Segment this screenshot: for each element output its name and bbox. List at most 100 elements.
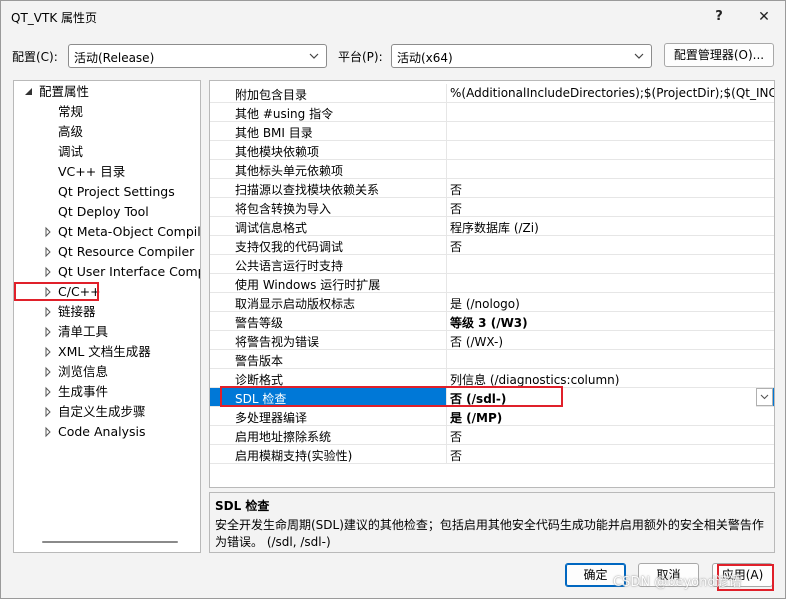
property-row[interactable]: 将警告视为错误 否 (/WX-) — [210, 331, 774, 350]
tree-item-label: 高级 — [58, 124, 84, 139]
tree-item-label: 浏览信息 — [58, 364, 109, 379]
tree-item[interactable]: VC++ 目录 — [14, 162, 200, 182]
property-name: 其他 BMI 目录 — [235, 126, 313, 140]
column-divider — [446, 426, 447, 445]
chevron-down-icon — [309, 53, 319, 59]
property-name: 公共语言运行时支持 — [235, 259, 344, 273]
column-divider — [446, 274, 447, 293]
column-divider — [446, 122, 447, 141]
collapsed-caret-icon[interactable] — [43, 242, 53, 262]
property-name: 其他 #using 指令 — [235, 107, 334, 121]
category-tree[interactable]: 配置属性 常规 高级 调试 VC++ 目录 Qt Project Settings Qt … — [13, 80, 201, 553]
property-name: 其他标头单元依赖项 — [235, 164, 344, 178]
close-button[interactable]: ✕ — [749, 5, 779, 29]
property-row[interactable]: 启用模糊支持(实验性) 否 — [210, 445, 774, 464]
horizontal-scrollbar[interactable] — [42, 541, 178, 543]
property-row[interactable]: 公共语言运行时支持 — [210, 255, 774, 274]
expanded-caret-icon[interactable] — [24, 82, 34, 102]
collapsed-caret-icon[interactable] — [43, 262, 53, 282]
property-value: 否 — [450, 183, 463, 197]
property-value: %(AdditionalIncludeDirectories);$(Projec… — [450, 86, 775, 100]
property-value: 等级 3 (/W3) — [450, 316, 528, 330]
property-name: 警告版本 — [235, 354, 284, 368]
property-name: 多处理器编译 — [235, 411, 308, 425]
collapsed-caret-icon[interactable] — [43, 322, 53, 342]
platform-value: 活动(x64) — [397, 51, 453, 65]
property-name: 警告等级 — [235, 316, 284, 330]
property-row[interactable]: 取消显示启动版权标志 是 (/nologo) — [210, 293, 774, 312]
tree-item[interactable]: 高级 — [14, 122, 200, 142]
column-divider — [446, 160, 447, 179]
tree-item[interactable]: 调试 — [14, 142, 200, 162]
property-row[interactable]: 将包含转换为导入 否 — [210, 198, 774, 217]
column-divider — [446, 236, 447, 255]
collapsed-caret-icon[interactable] — [43, 362, 53, 382]
tree-item[interactable]: Qt Resource Compiler — [14, 242, 200, 262]
tree-item-label: VC++ 目录 — [58, 164, 126, 179]
tree-item[interactable]: Code Analysis — [14, 422, 200, 442]
tree-item[interactable]: 浏览信息 — [14, 362, 200, 382]
description-title: SDL 检查 — [215, 499, 270, 513]
property-row[interactable]: 其他标头单元依赖项 — [210, 160, 774, 179]
property-row[interactable]: 警告等级 等级 3 (/W3) — [210, 312, 774, 331]
chevron-down-icon — [760, 394, 769, 400]
collapsed-caret-icon[interactable] — [43, 422, 53, 442]
config-value: 活动(Release) — [74, 51, 155, 65]
property-row[interactable]: 其他 #using 指令 — [210, 103, 774, 122]
config-select[interactable]: 活动(Release) — [68, 44, 327, 68]
property-row[interactable]: 多处理器编译 是 (/MP) — [210, 407, 774, 426]
column-divider — [446, 312, 447, 331]
collapsed-caret-icon[interactable] — [43, 222, 53, 242]
property-name: 将警告视为错误 — [235, 335, 320, 349]
column-divider — [446, 445, 447, 464]
property-name: 扫描源以查找模块依赖关系 — [235, 183, 380, 197]
tree-item[interactable]: 生成事件 — [14, 382, 200, 402]
platform-select[interactable]: 活动(x64) — [391, 44, 652, 68]
column-divider — [446, 407, 447, 426]
tree-item[interactable]: 常规 — [14, 102, 200, 122]
tree-item-label: 链接器 — [58, 304, 96, 319]
property-row[interactable]: 扫描源以查找模块依赖关系 否 — [210, 179, 774, 198]
tree-item[interactable]: Qt Project Settings — [14, 182, 200, 202]
property-row[interactable]: 支持仅我的代码调试 否 — [210, 236, 774, 255]
collapsed-caret-icon[interactable] — [43, 302, 53, 322]
property-value: 否 — [450, 202, 463, 216]
tree-item[interactable]: 清单工具 — [14, 322, 200, 342]
configuration-manager-button[interactable]: 配置管理器(O)... — [664, 43, 774, 67]
column-divider — [446, 179, 447, 198]
column-divider — [446, 255, 447, 274]
tree-item-label: 常规 — [58, 104, 84, 119]
tree-item[interactable]: 自定义生成步骤 — [14, 402, 200, 422]
property-row[interactable]: 其他模块依赖项 — [210, 141, 774, 160]
property-grid[interactable]: 附加包含目录 %(AdditionalIncludeDirectories);$(… — [209, 80, 775, 488]
collapsed-caret-icon[interactable] — [43, 402, 53, 422]
property-row[interactable]: 其他 BMI 目录 — [210, 122, 774, 141]
help-button[interactable]: ? — [704, 5, 734, 29]
tree-item[interactable]: Qt User Interface Compiler — [14, 262, 200, 282]
tree-item-label: XML 文档生成器 — [58, 344, 151, 359]
property-value: 是 (/nologo) — [450, 297, 520, 311]
property-value: 否 — [450, 449, 463, 463]
tree-item[interactable]: 链接器 — [14, 302, 200, 322]
property-row[interactable]: 启用地址擦除系统 否 — [210, 426, 774, 445]
tree-item[interactable]: Qt Deploy Tool — [14, 202, 200, 222]
title-bar: QT_VTK 属性页 ? ✕ — [1, 1, 785, 33]
tree-item-label: Code Analysis — [58, 424, 146, 439]
property-row[interactable]: 警告版本 — [210, 350, 774, 369]
collapsed-caret-icon[interactable] — [43, 342, 53, 362]
highlight-box-sdl — [220, 386, 563, 407]
property-row[interactable]: 使用 Windows 运行时扩展 — [210, 274, 774, 293]
value-dropdown-button[interactable] — [756, 388, 773, 406]
tree-item-label: Qt User Interface Compiler — [58, 264, 200, 279]
property-name: 将包含转换为导入 — [235, 202, 332, 216]
property-name: 取消显示启动版权标志 — [235, 297, 356, 311]
tree-item-label: Qt Meta-Object Compiler — [58, 224, 201, 239]
collapsed-caret-icon[interactable] — [43, 382, 53, 402]
property-row[interactable]: 附加包含目录 %(AdditionalIncludeDirectories);$(… — [210, 84, 774, 103]
property-row[interactable]: 调试信息格式 程序数据库 (/Zi) — [210, 217, 774, 236]
tree-item[interactable]: XML 文档生成器 — [14, 342, 200, 362]
tree-item-label: 生成事件 — [58, 384, 109, 399]
tree-item[interactable]: Qt Meta-Object Compiler — [14, 222, 200, 242]
window-title: QT_VTK 属性页 — [11, 11, 97, 25]
tree-root[interactable]: 配置属性 — [14, 82, 200, 102]
